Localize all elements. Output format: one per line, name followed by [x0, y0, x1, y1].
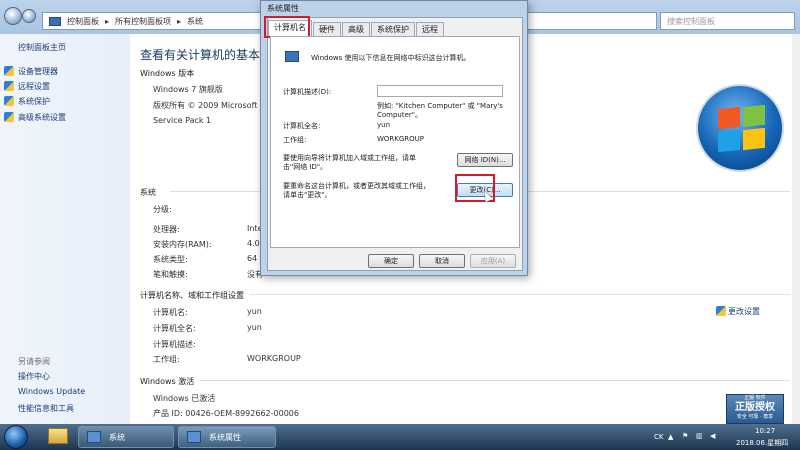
taskbar-item-system-properties[interactable]: 系统属性: [178, 426, 276, 448]
workgroup-value: WORKGROUP: [377, 135, 425, 143]
section-divider: [250, 294, 790, 295]
computer-name-panel: Windows 使用以下信息在网络中标识这台计算机。 计算机描述(D): 例如:…: [270, 36, 520, 248]
genuine-badge-line: 安全 可靠 · 尊享: [736, 414, 774, 420]
change-settings-link[interactable]: 更改设置: [728, 306, 760, 317]
genuine-badge-title: 正版授权: [735, 402, 775, 413]
computer-icon: [187, 431, 201, 443]
taskbar: 系统 系统属性 CK ▲ ⚑ ▥ ◀ 10:27 2018.06.星期四: [0, 424, 800, 450]
logo-segment: [743, 104, 765, 128]
taskbar-item-system[interactable]: 系统: [78, 426, 174, 448]
apply-button[interactable]: 应用(A): [470, 254, 516, 268]
clock-time[interactable]: 10:27: [755, 427, 775, 435]
network-id-text: 击"网络 ID"。: [283, 163, 328, 171]
language-indicator[interactable]: CK: [654, 433, 663, 441]
nav-action-center[interactable]: 操作中心: [18, 371, 50, 382]
pen-touch-label: 笔和触摸:: [153, 270, 188, 279]
control-panel-icon: [87, 431, 101, 443]
shield-icon: [4, 81, 14, 91]
search-input[interactable]: 搜索控制面板: [660, 12, 795, 30]
control-panel-icon: [49, 16, 61, 26]
intro-text: Windows 使用以下信息在网络中标识这台计算机。: [311, 54, 471, 62]
section-divider: [200, 380, 790, 381]
volume-icon[interactable]: ◀: [710, 432, 715, 440]
example-text: Computer"。: [377, 111, 423, 119]
forward-button[interactable]: ›: [22, 9, 36, 23]
logo-segment: [743, 127, 765, 151]
nav-device-manager[interactable]: 设备管理器: [18, 66, 58, 77]
dialog-body: 计算机名 硬件 高级 系统保护 远程 Windows 使用以下信息在网络中标识这…: [264, 16, 523, 271]
nav-performance-tools[interactable]: 性能信息和工具: [18, 403, 74, 414]
computer-name-label: 计算机名:: [153, 308, 188, 317]
logo-segment: [718, 129, 740, 153]
scrollbar[interactable]: [792, 34, 800, 424]
workgroup-value: WORKGROUP: [247, 354, 301, 363]
clock-date[interactable]: 2018.06.星期四: [736, 438, 788, 448]
processor-label: 处理器:: [153, 225, 180, 234]
description-label: 计算机描述(D):: [283, 88, 332, 96]
change-text: 请单击"更改"。: [283, 191, 332, 199]
windows-logo: [696, 84, 784, 172]
control-panel-home-link[interactable]: 控制面板主页: [18, 42, 66, 53]
dialog-title: 系统属性: [267, 4, 299, 13]
logo-segment: [718, 106, 740, 130]
computer-name-section-title: 计算机名称、域和工作组设置: [140, 291, 244, 300]
highlight-box: [264, 16, 310, 38]
folder-icon[interactable]: [48, 428, 68, 444]
ok-button[interactable]: 确定: [368, 254, 414, 268]
ram-label: 安装内存(RAM):: [153, 240, 212, 249]
tab-remote[interactable]: 远程: [416, 22, 444, 36]
network-id-button[interactable]: 网络 ID(N)...: [457, 153, 513, 167]
cancel-button[interactable]: 取消: [419, 254, 465, 268]
tab-advanced[interactable]: 高级: [342, 22, 370, 36]
full-name-label: 计算机全名:: [153, 324, 196, 333]
workgroup-label: 工作组:: [283, 136, 307, 144]
nav-remote-settings[interactable]: 远程设置: [18, 81, 50, 92]
nav-windows-update[interactable]: Windows Update: [18, 387, 85, 396]
flag-icon[interactable]: ⚑: [682, 432, 688, 440]
show-hidden-icons[interactable]: ▲: [668, 433, 673, 441]
breadcrumb-item[interactable]: 系统: [187, 16, 203, 27]
nav-system-protection[interactable]: 系统保护: [18, 96, 50, 107]
nav-advanced-settings[interactable]: 高级系统设置: [18, 112, 66, 123]
full-name-value: yun: [247, 323, 262, 332]
see-also-heading: 另请参阅: [18, 357, 50, 366]
left-nav: 控制面板主页 设备管理器 远程设置 系统保护 高级系统设置 另请参阅 操作中心 …: [0, 34, 130, 424]
computer-description-field[interactable]: [377, 85, 503, 97]
breadcrumb-item[interactable]: 所有控制面板项: [115, 16, 171, 27]
full-name-value: yun: [377, 121, 391, 129]
genuine-badge-line: 正版 软件: [744, 395, 766, 401]
network-icon[interactable]: ▥: [696, 432, 703, 440]
service-pack: Service Pack 1: [153, 116, 212, 125]
description-label: 计算机描述:: [153, 340, 196, 349]
system-section-title: 系统: [140, 188, 156, 197]
back-button[interactable]: ‹: [4, 7, 22, 25]
system-properties-dialog: 系统属性 计算机名 硬件 高级 系统保护 远程 Windows 使用以下信息在网…: [260, 0, 528, 276]
taskbar-item-label: 系统属性: [209, 432, 241, 442]
activation-section-title: Windows 激活: [140, 377, 195, 386]
activation-status: Windows 已激活: [153, 394, 216, 403]
shield-icon: [4, 112, 14, 122]
workgroup-label: 工作组:: [153, 355, 180, 364]
computer-name-value: yun: [247, 307, 262, 316]
shield-icon: [716, 306, 726, 316]
breadcrumb-separator-icon: ▸: [105, 16, 110, 26]
breadcrumb-separator-icon: ▸: [177, 16, 182, 26]
rating-label: 分级:: [153, 205, 172, 214]
shield-icon: [4, 96, 14, 106]
tab-hardware[interactable]: 硬件: [313, 22, 341, 36]
copyright-text: 版权所有 © 2009 Microsoft Co: [153, 101, 271, 110]
edition-section-title: Windows 版本: [140, 69, 195, 78]
tab-system-protection[interactable]: 系统保护: [371, 22, 415, 36]
product-id: 产品 ID: 00426-OEM-8992662-00006: [153, 409, 299, 418]
full-name-label: 计算机全名:: [283, 122, 321, 130]
shield-icon: [4, 66, 14, 76]
genuine-badge[interactable]: 正版 软件 正版授权 安全 可靠 · 尊享: [726, 394, 784, 424]
taskbar-item-label: 系统: [109, 432, 125, 442]
breadcrumb-item[interactable]: 控制面板: [67, 16, 99, 27]
windows-edition: Windows 7 旗舰版: [153, 85, 223, 94]
start-button[interactable]: [4, 425, 28, 449]
computer-icon: [285, 51, 299, 62]
system-type-label: 系统类型:: [153, 255, 188, 264]
